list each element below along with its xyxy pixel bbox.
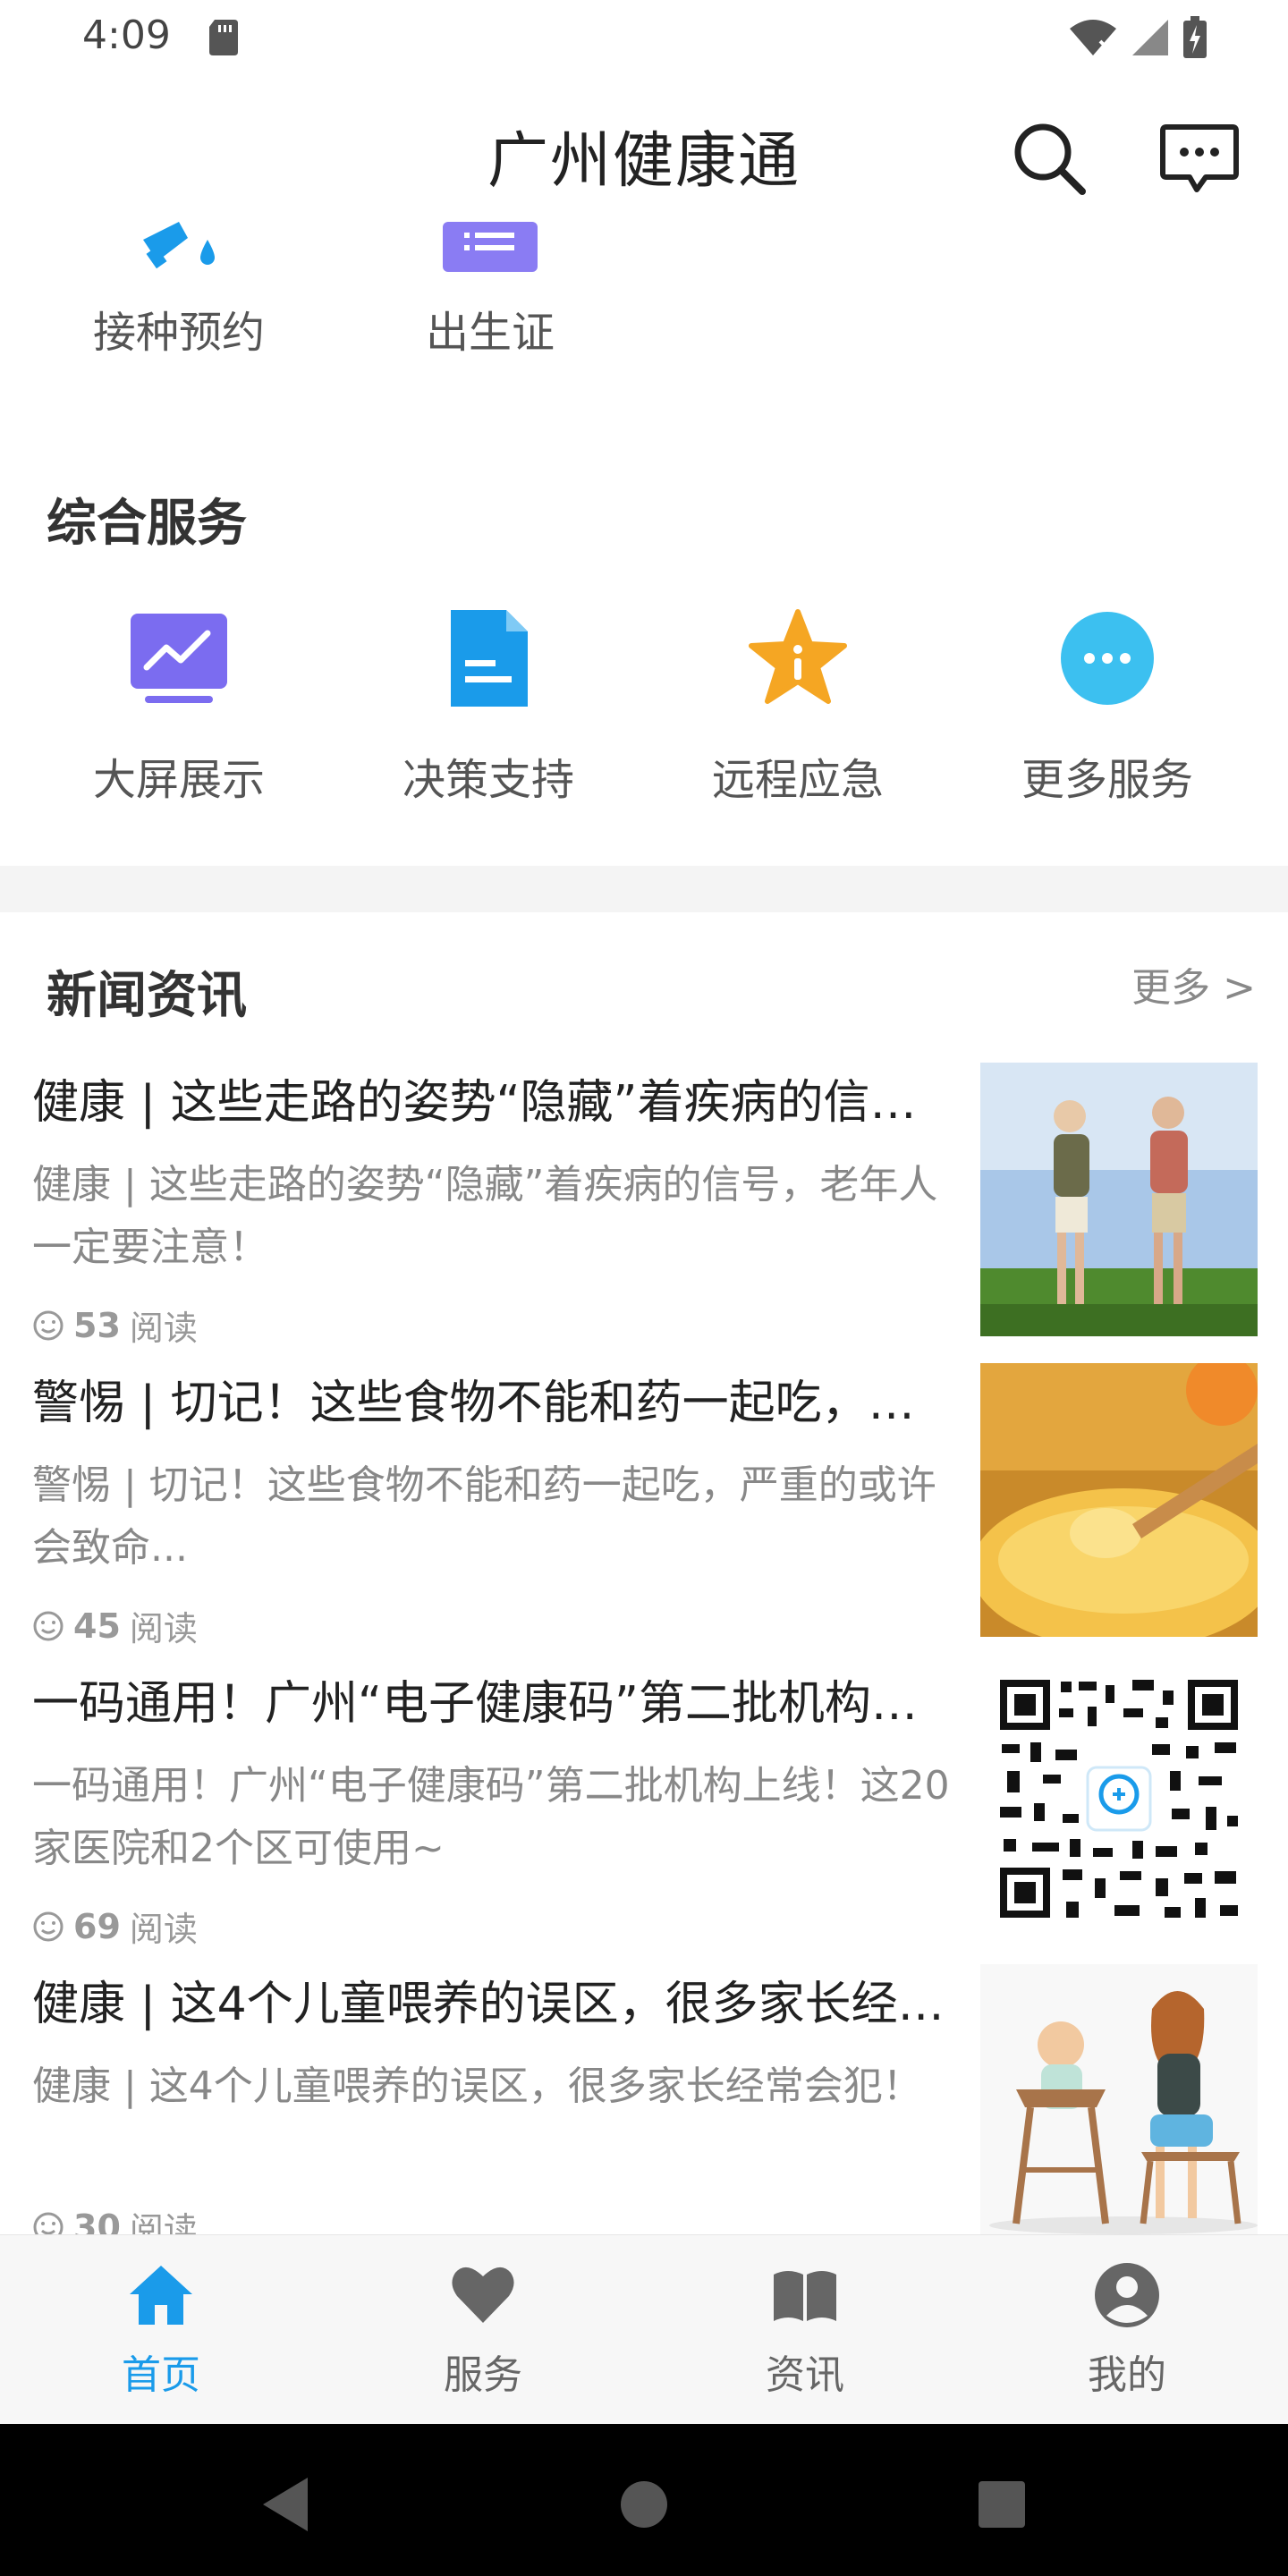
- service-decision-support[interactable]: 决策支持: [345, 608, 631, 807]
- status-time: 4:09: [82, 13, 171, 58]
- news-title: 警惕 | 切记！这些食物不能和药一起吃，严重的或许会致命...: [32, 1377, 945, 1430]
- star-alert-icon: [749, 609, 847, 704]
- service-decision-support-label: 决策支持: [402, 755, 574, 805]
- service-vaccination-label: 接种预约: [92, 308, 265, 358]
- tab-services-label: 服务: [444, 2352, 522, 2398]
- tab-home-label: 首页: [122, 2352, 200, 2398]
- tab-profile[interactable]: 我的: [1038, 2260, 1216, 2400]
- smile-icon: [33, 1310, 64, 1340]
- news-meta: 53 阅读: [32, 1301, 198, 1350]
- read-label: 阅读: [129, 1309, 198, 1348]
- smile-icon: [33, 1911, 64, 1941]
- tab-home[interactable]: 首页: [72, 2260, 250, 2400]
- home-nav-icon[interactable]: [608, 2469, 680, 2540]
- news-meta: 69 阅读: [32, 1902, 198, 1951]
- child-feeding-illustration: [980, 1964, 1258, 2238]
- search-icon[interactable]: [1009, 118, 1089, 199]
- service-more[interactable]: 更多服务: [964, 608, 1250, 807]
- read-count: 53: [73, 1305, 121, 1345]
- top-service-row: 接种预约 出生证: [0, 222, 1288, 401]
- tab-profile-label: 我的: [1088, 2352, 1166, 2398]
- services-grid: 大屏展示 决策支持 远程应急 更多服务: [0, 608, 1288, 823]
- news-title: 健康 | 这些走路的姿势“隐藏”着疾病的信号，老年人一定要注意！: [32, 1076, 945, 1130]
- news-title: 一码通用！广州“电子健康码”第二批机构上线！: [32, 1677, 945, 1731]
- read-label: 阅读: [129, 1609, 198, 1648]
- page-title: 广州健康通: [487, 126, 801, 197]
- news-more-link[interactable]: 更多 >: [1131, 955, 1256, 1013]
- person-icon: [1095, 2263, 1159, 2327]
- status-icons: [1068, 16, 1208, 59]
- tab-services[interactable]: 服务: [394, 2260, 572, 2400]
- book-icon: [774, 2271, 836, 2321]
- service-vaccination[interactable]: 接种预约: [63, 222, 295, 360]
- news-meta: 45 阅读: [32, 1601, 198, 1650]
- app-header: 广州健康通: [0, 79, 1288, 222]
- qr-code-image: [980, 1664, 1258, 1937]
- chart-screen-icon: [131, 614, 227, 703]
- read-count: 69: [73, 1906, 121, 1946]
- read-count: 45: [73, 1606, 121, 1646]
- service-remote-emergency-label: 远程应急: [711, 755, 884, 805]
- file-icon: [451, 610, 528, 707]
- smile-icon: [33, 1611, 64, 1640]
- service-more-label: 更多服务: [1021, 755, 1193, 805]
- section-title-news: 新闻资讯: [47, 967, 247, 1025]
- home-icon: [130, 2266, 192, 2325]
- news-summary: 警惕 | 切记！这些食物不能和药一起吃，严重的或许会致命...: [32, 1462, 936, 1571]
- news-item[interactable]: 健康 | 这些走路的姿势“隐藏”着疾病的信号，老年人一定要注意！ 健康 | 这些…: [0, 1055, 1288, 1356]
- section-title-services: 综合服务: [47, 495, 247, 553]
- syringe-icon: [143, 222, 215, 269]
- bottom-tab-bar: 首页 服务 资讯 我的: [0, 2234, 1288, 2424]
- status-bar: 4:09: [0, 0, 1288, 79]
- news-title: 健康 | 这4个儿童喂养的误区，很多家长经常会犯！: [32, 1978, 945, 2031]
- news-item[interactable]: 一码通用！广州“电子健康码”第二批机构上线！ 一码通用！广州“电子健康码”第二批…: [0, 1657, 1288, 1957]
- news-summary: 一码通用！广州“电子健康码”第二批机构上线！这20家医院和2个区可使用~: [32, 1763, 950, 1871]
- read-label: 阅读: [129, 1910, 198, 1949]
- battery-icon: [1183, 16, 1207, 58]
- tab-news[interactable]: 资讯: [716, 2260, 894, 2400]
- sd-card-icon: [209, 20, 238, 55]
- service-remote-emergency[interactable]: 远程应急: [655, 608, 941, 807]
- wifi-icon: [1070, 20, 1116, 55]
- message-icon[interactable]: [1159, 118, 1240, 199]
- signal-icon: [1132, 20, 1168, 55]
- service-big-screen-label: 大屏展示: [92, 755, 265, 805]
- service-big-screen[interactable]: 大屏展示: [36, 608, 322, 807]
- news-item[interactable]: 警惕 | 切记！这些食物不能和药一起吃，严重的或许会致命... 警惕 | 切记！…: [0, 1356, 1288, 1657]
- tab-news-label: 资讯: [766, 2352, 844, 2398]
- news-item[interactable]: 健康 | 这4个儿童喂养的误区，很多家长经常会犯！ 健康 | 这4个儿童喂养的误…: [0, 1957, 1288, 2258]
- system-nav-bar: [0, 2424, 1288, 2576]
- back-icon[interactable]: [250, 2469, 322, 2540]
- walking-couple-photo: [980, 1063, 1258, 1336]
- heart-icon: [452, 2267, 514, 2323]
- service-birth-certificate-label: 出生证: [425, 308, 555, 358]
- service-birth-certificate[interactable]: 出生证: [374, 222, 606, 360]
- document-list-icon: [443, 222, 538, 272]
- honey-spoon-photo: [980, 1363, 1258, 1637]
- more-dots-icon: [1061, 612, 1154, 705]
- news-summary: 健康 | 这4个儿童喂养的误区，很多家长经常会犯！: [32, 2063, 922, 2109]
- section-divider: [0, 866, 1288, 912]
- news-summary: 健康 | 这些走路的姿势“隐藏”着疾病的信号，老年人一定要注意！: [32, 1162, 938, 1270]
- recents-icon[interactable]: [966, 2469, 1038, 2540]
